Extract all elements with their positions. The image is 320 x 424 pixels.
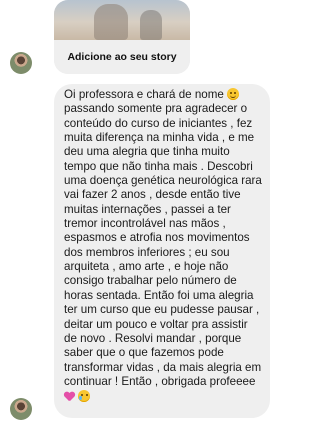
message-body: passando somente pra agradecer o conteúd… <box>64 102 262 388</box>
story-image-figure <box>94 4 128 40</box>
message-bubble[interactable]: Oi professora e chará de nome passando s… <box>54 84 270 418</box>
story-image-figure-secondary <box>140 10 162 40</box>
add-to-story-label: Adicione ao seu story <box>67 51 177 63</box>
smiling-face-with-tear-icon <box>78 390 90 403</box>
two-hearts-icon <box>64 391 75 402</box>
sender-avatar[interactable] <box>10 52 32 74</box>
smiling-face-icon <box>227 88 240 100</box>
story-reply-card[interactable]: Adicione ao seu story <box>54 0 190 74</box>
sender-avatar-bottom[interactable] <box>10 398 32 420</box>
add-to-story-button[interactable]: Adicione ao seu story <box>54 40 190 74</box>
message-text: Oi professora e chará de nome passando s… <box>64 88 266 389</box>
story-thumbnail[interactable] <box>54 0 190 40</box>
emoji-row <box>64 389 266 403</box>
message-first-line: Oi professora e chará de nome <box>64 88 228 101</box>
